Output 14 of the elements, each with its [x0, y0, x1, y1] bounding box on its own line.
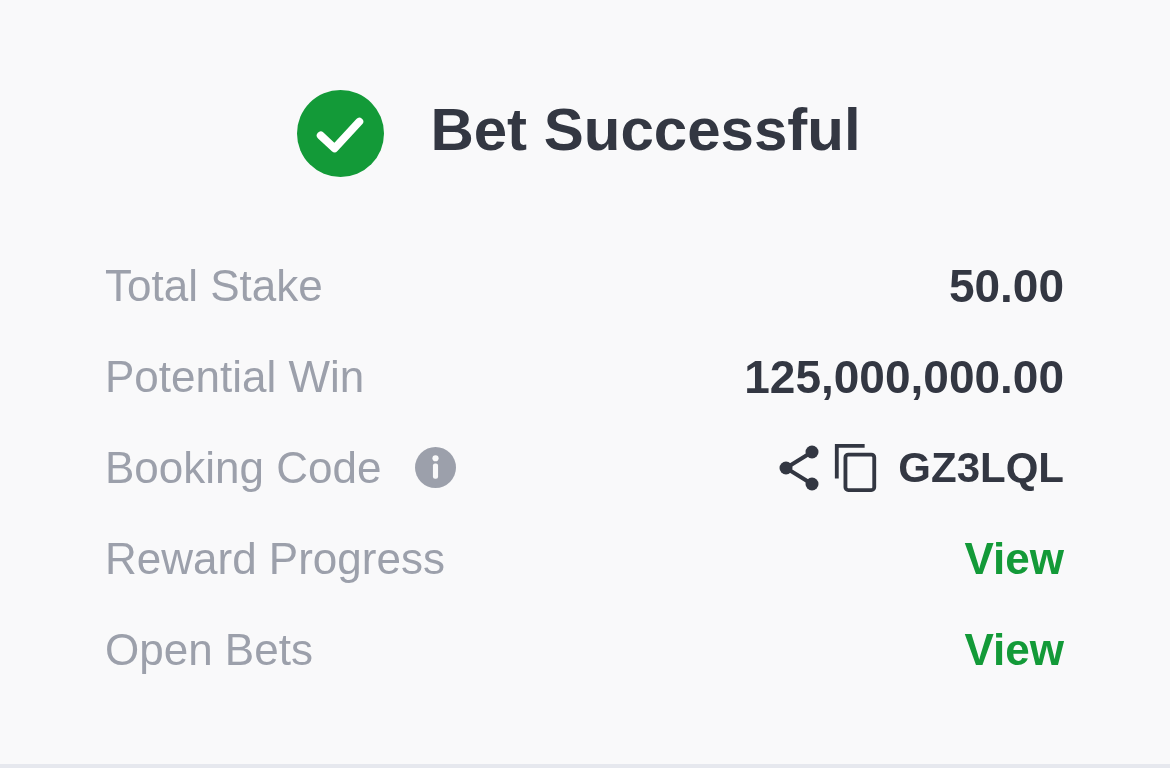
row-label: Reward Progress [105, 536, 445, 581]
row-label: Booking Code [105, 445, 382, 490]
amount-value: 50.00 [948, 262, 1064, 309]
view-link[interactable]: View [964, 536, 1064, 581]
share-icon[interactable] [778, 444, 821, 491]
copy-icon[interactable] [834, 443, 879, 492]
success-check-icon [297, 90, 385, 177]
row-label: Total Stake [105, 263, 323, 308]
view-link[interactable]: View [964, 627, 1064, 672]
row-label: Potential Win [105, 354, 365, 399]
bet-status-title: Bet Successful [430, 99, 861, 160]
booking-code: GZ3LQL [898, 446, 1064, 489]
row-label: Open Bets [105, 627, 313, 672]
amount-value: 125,000,000.00 [744, 353, 1064, 400]
